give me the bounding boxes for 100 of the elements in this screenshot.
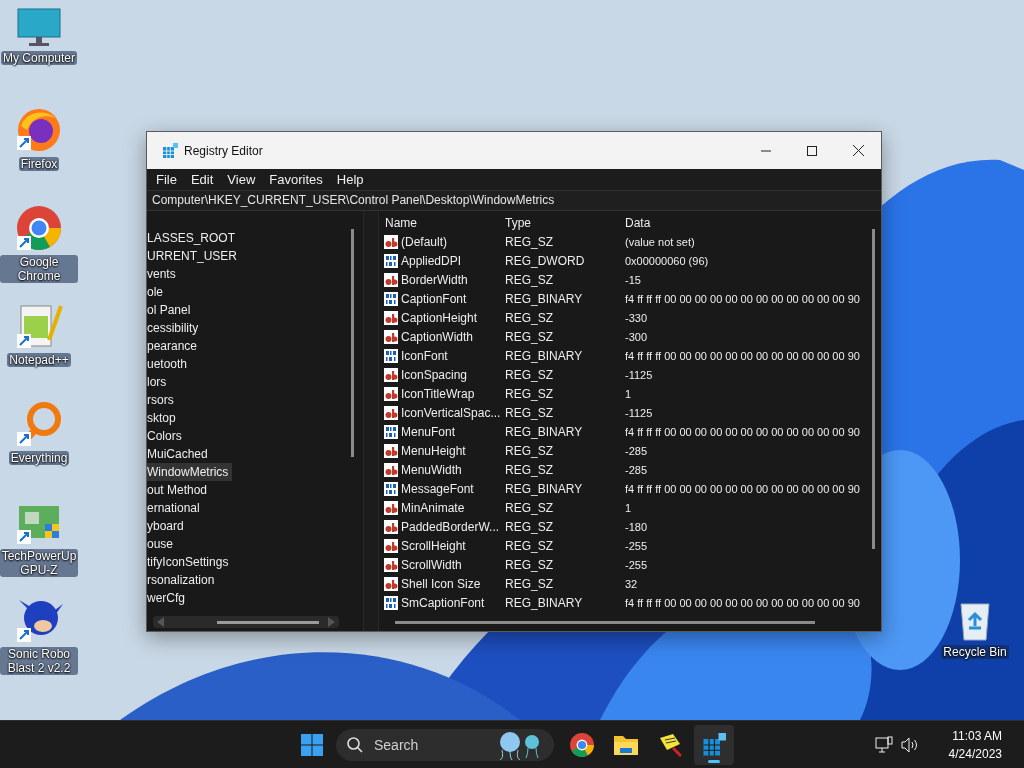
windows-logo-icon: [300, 733, 324, 757]
value-name[interactable]: ScrollHeight: [401, 538, 466, 553]
clock-time[interactable]: 11:03 AM: [952, 726, 1002, 745]
value-data: -330: [625, 311, 649, 324]
value-name[interactable]: Shell Icon Size: [401, 576, 481, 591]
value-type: REG_SZ: [505, 367, 554, 382]
value-data: f4 ff ff ff 00 00 00 00 00 00 00 00 00 00 00 00 90: [625, 425, 861, 438]
binary-value-icon: [383, 480, 399, 497]
tree-item[interactable]: sktop: [147, 409, 180, 427]
value-name[interactable]: IconVerticalSpac...: [401, 405, 501, 420]
string-value-icon: [383, 233, 399, 250]
value-data: f4 ff ff ff 00 00 00 00 00 00 00 00 00 00 00 00 90: [625, 292, 861, 305]
value-data: 1: [625, 387, 633, 400]
tree-item[interactable]: yboard: [147, 517, 188, 535]
tree-item[interactable]: cessibility: [147, 319, 203, 337]
value-name[interactable]: SmCaptionFont: [401, 595, 485, 610]
value-type: REG_SZ: [505, 234, 554, 249]
value-name[interactable]: CaptionFont: [401, 291, 467, 306]
value-name[interactable]: PaddedBorderW...: [401, 519, 500, 534]
tree-item[interactable]: werCfg: [147, 589, 189, 607]
value-type: REG_BINARY: [505, 481, 584, 496]
tree-item[interactable]: ernational: [147, 499, 204, 517]
tree-item[interactable]: LASSES_ROOT: [147, 229, 240, 247]
value-data: -180: [625, 520, 649, 533]
value-name[interactable]: MessageFont: [401, 481, 474, 496]
string-value-icon: [383, 518, 399, 535]
value-data: -15: [625, 273, 642, 286]
menu-item[interactable]: Edit: [183, 172, 221, 187]
column-header[interactable]: Name: [379, 215, 505, 230]
tree-item[interactable]: rsors: [147, 391, 178, 409]
volume-icon[interactable]: [900, 735, 919, 754]
value-type: REG_SZ: [505, 310, 554, 325]
chrome-icon: [569, 732, 595, 758]
value-type: REG_BINARY: [505, 424, 584, 439]
value-name[interactable]: ScrollWidth: [401, 557, 462, 572]
tree-item[interactable]: ouse: [147, 535, 178, 553]
value-name[interactable]: CaptionWidth: [401, 329, 474, 344]
taskbar-app[interactable]: [694, 725, 734, 765]
scrollbar[interactable]: [872, 229, 875, 549]
chrome-icon[interactable]: [15, 204, 63, 252]
value-data: -255: [625, 539, 649, 552]
value-type: REG_BINARY: [505, 348, 584, 363]
tree-item[interactable]: uetooth: [147, 355, 192, 373]
value-name[interactable]: MenuFont: [401, 424, 456, 439]
value-data: f4 ff ff ff 00 00 00 00 00 00 00 00 00 00 00 00 90: [625, 596, 861, 609]
tree-item[interactable]: lors: [147, 373, 171, 391]
menu-item[interactable]: File: [149, 172, 184, 187]
icon-label: Sonic Robo Blast 2 v2.2: [0, 647, 78, 675]
menu-item[interactable]: View: [220, 172, 263, 187]
tree-item[interactable]: WindowMetrics: [147, 463, 233, 481]
tree-item[interactable]: URRENT_USER: [147, 247, 241, 265]
value-name[interactable]: (Default): [401, 234, 447, 249]
tree-item[interactable]: pearance: [147, 337, 202, 355]
menu-item[interactable]: Favorites: [262, 172, 330, 187]
string-value-icon: [383, 309, 399, 326]
value-name[interactable]: BorderWidth: [401, 272, 468, 287]
value-type: REG_BINARY: [505, 291, 584, 306]
network-icon[interactable]: [874, 735, 893, 754]
string-value-icon: [383, 461, 399, 478]
cubes-icon: [702, 733, 726, 757]
value-type: REG_SZ: [505, 443, 554, 458]
close-icon: [852, 145, 864, 156]
value-type: REG_SZ: [505, 557, 554, 572]
string-value-icon: [383, 499, 399, 516]
value-name[interactable]: IconFont: [401, 348, 448, 363]
active-indicator: [708, 760, 720, 763]
tree-item[interactable]: ol Panel: [147, 301, 195, 319]
search-field[interactable]: Search: [336, 729, 554, 761]
tree-item[interactable]: ole: [147, 283, 167, 301]
search-input[interactable]: Search: [372, 736, 476, 754]
tree-item[interactable]: tifyIconSettings: [147, 553, 233, 571]
value-name[interactable]: MinAnimate: [401, 500, 465, 515]
tree-item[interactable]: vents: [147, 265, 180, 283]
value-name[interactable]: MenuWidth: [401, 462, 462, 477]
column-header[interactable]: Data: [625, 215, 881, 230]
value-name[interactable]: IconTitleWrap: [401, 386, 475, 401]
value-name[interactable]: MenuHeight: [401, 443, 466, 458]
value-name[interactable]: AppliedDPI: [401, 253, 462, 268]
menu-item[interactable]: Help: [329, 172, 371, 187]
fox-globe-icon[interactable]: [15, 106, 63, 154]
value-type: REG_SZ: [505, 405, 554, 420]
maximize-icon: [807, 145, 817, 156]
monitor-icon[interactable]: [17, 8, 61, 48]
scrollbar[interactable]: [395, 621, 815, 625]
value-name[interactable]: CaptionHeight: [401, 310, 478, 325]
address-bar[interactable]: Computer\HKEY_CURRENT_USER\Control Panel\Desktop\WindowMetrics: [147, 190, 881, 211]
magnifier-icon[interactable]: [15, 400, 63, 448]
value-name[interactable]: IconSpacing: [401, 367, 468, 382]
tree-item[interactable]: MuiCached: [147, 445, 212, 463]
value-type: REG_SZ: [505, 500, 554, 515]
tree-item[interactable]: rsonalization: [147, 571, 219, 589]
string-value-icon: [383, 328, 399, 345]
clock-date[interactable]: 4/24/2023: [948, 744, 1002, 763]
value-type: REG_SZ: [505, 329, 554, 344]
tree-item[interactable]: Colors: [147, 427, 186, 445]
tree-item[interactable]: out Method: [147, 481, 212, 499]
column-header[interactable]: Type: [505, 215, 625, 230]
scrollbar[interactable]: [351, 229, 355, 457]
string-value-icon: [383, 556, 399, 573]
value-data: -300: [625, 330, 649, 343]
